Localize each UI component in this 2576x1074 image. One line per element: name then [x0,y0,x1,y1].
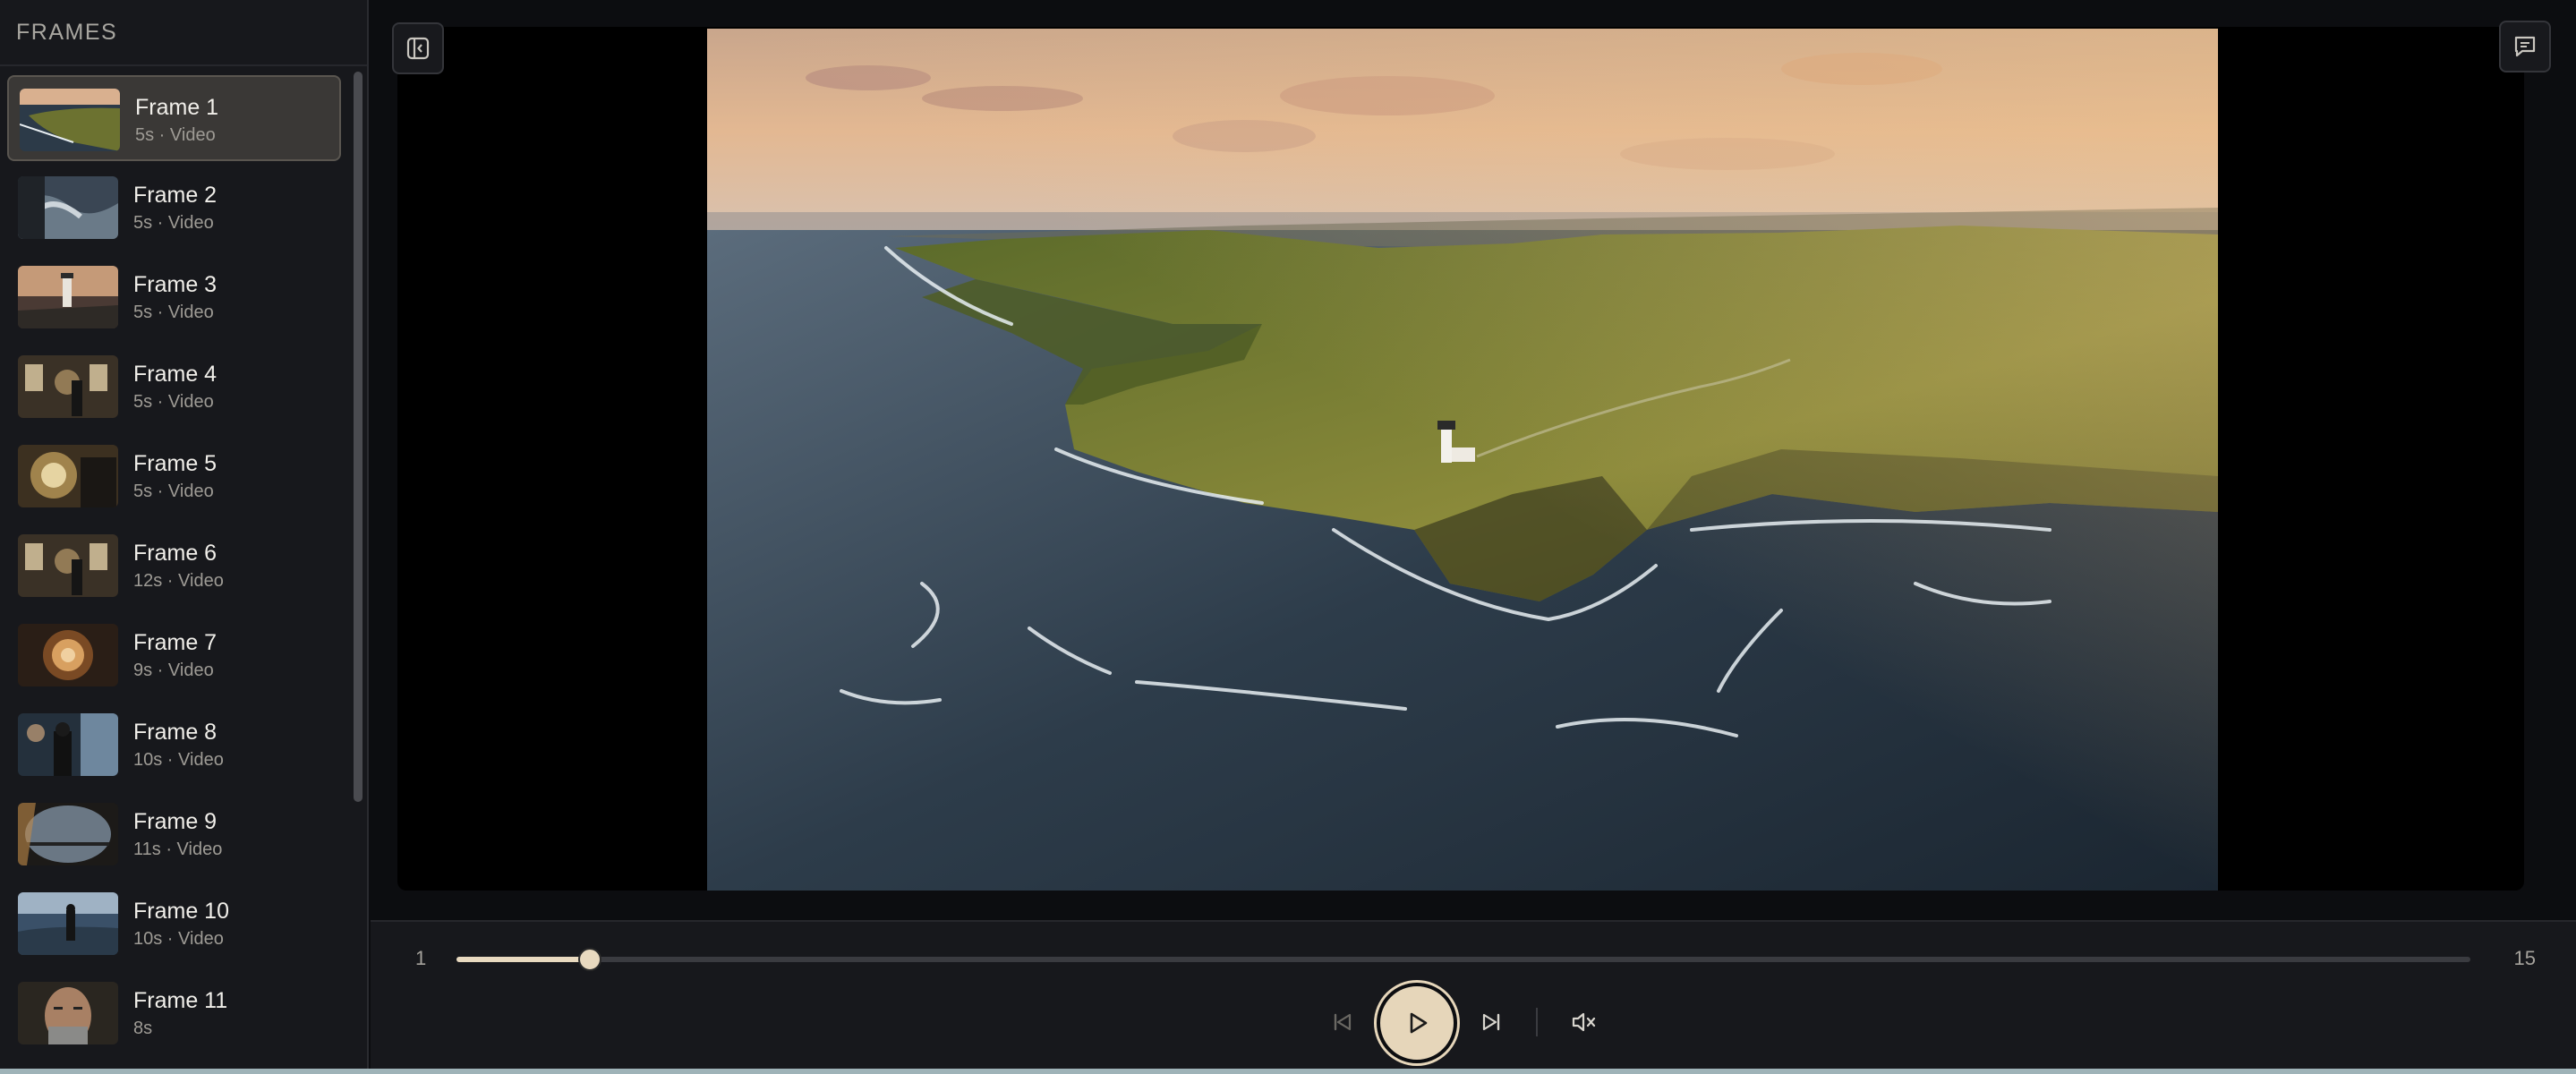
timeline-slider[interactable] [456,948,2470,971]
timeline-handle[interactable] [577,948,601,971]
frame-thumbnail [18,803,118,865]
frame-item[interactable]: Frame 10 10s · Video [7,881,341,967]
frame-item[interactable]: Frame 4 5s · Video [7,344,341,430]
frame-thumbnail [20,89,120,151]
frame-item[interactable]: Frame 11 8s [7,970,341,1056]
sidebar-title: FRAMES [0,0,367,66]
frame-meta: 12s · Video [133,571,224,591]
frame-title: Frame 8 [133,720,218,745]
main-panel: 1 15 [371,0,2576,1074]
frame-thumbnail [18,892,118,955]
playback-controls: 1 15 [371,920,2576,1074]
frame-item[interactable]: Frame 8 10s · Video [7,702,341,788]
play-button[interactable] [1377,983,1457,1063]
mute-icon [1572,1012,1596,1032]
frame-title: Frame 2 [133,183,218,208]
video-stage [397,27,2524,891]
frame-thumbnail [18,445,118,507]
frame-meta: 11s · Video [133,840,223,859]
frame-thumbnail [18,713,118,776]
frame-item[interactable]: Frame 6 12s · Video [7,523,341,609]
frame-item[interactable]: Frame 3 5s · Video [7,254,341,340]
frame-item[interactable]: Frame 9 11s · Video [7,791,341,877]
window-bottom-edge [0,1069,2576,1074]
timeline-progress [456,957,590,962]
frame-meta: 5s · Video [133,303,214,322]
frame-title: Frame 7 [133,630,218,655]
transport-divider [1536,1008,1538,1036]
frames-sidebar: FRAMES Frame 1 5s · Video Frame 2 5s · Vide… [0,0,369,1074]
frame-list: Frame 1 5s · Video Frame 2 5s · Video Frame … [0,68,351,1074]
sidebar-scrollbar[interactable] [354,72,363,802]
frame-title: Frame 9 [133,809,218,834]
frame-title: Frame 5 [133,451,218,476]
frame-title: Frame 6 [133,541,218,566]
skip-forward-icon [1482,1013,1500,1031]
previous-frame-button[interactable] [1323,1002,1362,1042]
comment-icon [2514,36,2536,57]
frame-meta: 10s · Video [133,750,224,770]
frame-title: Frame 11 [133,988,228,1013]
frame-thumbnail [18,624,118,686]
frame-thumbnail [18,355,118,418]
frame-meta: 5s · Video [133,213,214,233]
frame-meta: 5s · Video [135,125,216,145]
frame-item[interactable]: Frame 5 5s · Video [7,433,341,519]
frame-thumbnail [18,176,118,239]
frame-meta: 8s [133,1019,153,1038]
play-icon [1410,1012,1428,1034]
frame-item[interactable]: Frame 2 5s · Video [7,165,341,251]
frame-meta: 10s · Video [133,929,224,949]
toggle-sidebar-button[interactable] [392,22,444,74]
frame-title: Frame 10 [133,899,229,924]
frame-thumbnail [18,982,118,1044]
sidebar-toggle-icon [406,37,430,60]
frame-meta: 9s · Video [133,661,214,680]
timeline-end-label: 15 [2513,947,2536,969]
timeline-start-label: 1 [415,947,427,969]
frame-meta: 5s · Video [133,392,214,412]
next-frame-button[interactable] [1471,1002,1511,1042]
frame-thumbnail [18,534,118,597]
frame-title: Frame 3 [133,272,218,297]
frame-item[interactable]: Frame 1 5s · Video [7,75,341,161]
mute-button[interactable] [1565,1002,1604,1042]
video-preview[interactable] [707,29,2218,891]
frame-title: Frame 4 [133,362,218,387]
frame-title: Frame 1 [135,95,219,120]
transport-bar [371,983,2576,1063]
frame-meta: 5s · Video [133,482,214,501]
skip-back-icon [1334,1013,1352,1031]
comments-button[interactable] [2499,21,2551,72]
frame-thumbnail [18,266,118,328]
frame-item[interactable]: Frame 7 9s · Video [7,612,341,698]
